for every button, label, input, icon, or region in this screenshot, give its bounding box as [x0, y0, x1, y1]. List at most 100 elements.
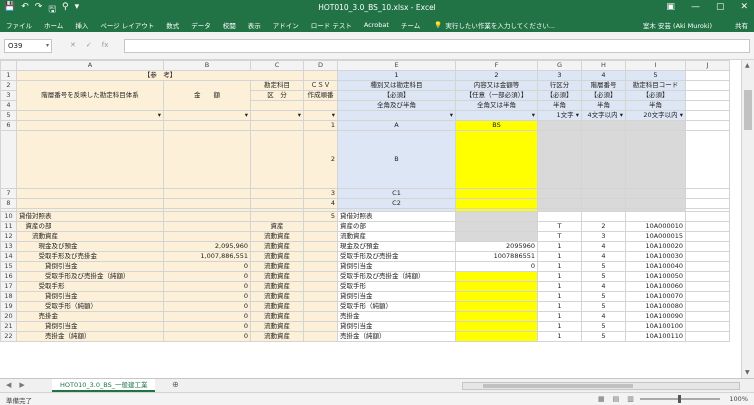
scroll-down-icon[interactable]: ▼: [745, 369, 750, 376]
account-type[interactable]: 売掛金（純額）: [337, 331, 456, 342]
cell[interactable]: [250, 188, 304, 199]
csv-order[interactable]: [303, 301, 338, 312]
cell[interactable]: [625, 188, 686, 199]
cell[interactable]: [685, 80, 730, 91]
account-category[interactable]: 流動資産: [250, 281, 304, 292]
filter-cell[interactable]: ▾: [250, 110, 304, 121]
account-code[interactable]: 10A100090: [625, 311, 686, 322]
row-header[interactable]: 10: [0, 211, 17, 222]
account-name[interactable]: 受取手形（純額）: [16, 301, 164, 312]
account-category[interactable]: 資産: [250, 221, 304, 232]
cell[interactable]: [250, 120, 304, 131]
filter-cell[interactable]: ▾: [337, 110, 456, 121]
csv-order[interactable]: 3: [303, 188, 338, 199]
horizontal-scrollbar[interactable]: [462, 382, 740, 390]
cell[interactable]: [685, 241, 730, 252]
row-header[interactable]: 14: [0, 251, 17, 262]
cell[interactable]: [537, 198, 582, 209]
amount[interactable]: 0: [163, 281, 251, 292]
csv-order[interactable]: [303, 291, 338, 302]
amount[interactable]: 0: [163, 311, 251, 322]
header-text[interactable]: 半角: [581, 100, 626, 111]
amount[interactable]: 1,007,886,551: [163, 251, 251, 262]
account-type[interactable]: 資産の部: [337, 221, 456, 232]
cell[interactable]: [685, 261, 730, 272]
account-category[interactable]: 流動資産: [250, 291, 304, 302]
account-type[interactable]: 受取手形: [337, 281, 456, 292]
filter-cell[interactable]: 4文字以内 ▾: [581, 110, 626, 121]
prev-sheet-icon[interactable]: ◀: [6, 381, 11, 389]
amount[interactable]: 2,095,960: [163, 241, 251, 252]
column-header[interactable]: E: [337, 60, 456, 71]
account-code[interactable]: [625, 211, 686, 222]
meta-label[interactable]: C2: [337, 198, 456, 209]
ribbon-tab[interactable]: Acrobat: [358, 21, 395, 29]
hierarchy-number[interactable]: 5: [581, 271, 626, 282]
account-type[interactable]: 流動資産: [337, 231, 456, 242]
account-code[interactable]: 10A000010: [625, 221, 686, 232]
account-type[interactable]: 売掛金: [337, 311, 456, 322]
row-header[interactable]: 22: [0, 331, 17, 342]
cell[interactable]: [685, 211, 730, 222]
account-code[interactable]: 10A100040: [625, 261, 686, 272]
account-code[interactable]: 10A100100: [625, 321, 686, 332]
row-header[interactable]: 17: [0, 281, 17, 292]
chevron-down-icon[interactable]: ▾: [46, 42, 49, 49]
row-header[interactable]: 3: [0, 90, 17, 101]
vertical-scrollbar[interactable]: ▲ ▼: [741, 60, 754, 378]
cell[interactable]: [685, 120, 730, 131]
csv-order[interactable]: [303, 281, 338, 292]
account-name[interactable]: 現金及び預金: [16, 241, 164, 252]
cell[interactable]: [685, 311, 730, 322]
row-type[interactable]: 1: [537, 301, 582, 312]
column-header[interactable]: F: [455, 60, 538, 71]
cell[interactable]: [250, 100, 304, 111]
cell[interactable]: [625, 130, 686, 189]
hierarchy-number[interactable]: 5: [581, 261, 626, 272]
account-name[interactable]: 貸借対照表: [16, 211, 164, 222]
account-category[interactable]: 流動資産: [250, 311, 304, 322]
cell[interactable]: [537, 130, 582, 189]
account-type[interactable]: 貸倒引当金: [337, 321, 456, 332]
cell[interactable]: [685, 231, 730, 242]
column-header[interactable]: G: [537, 60, 582, 71]
cancel-icon[interactable]: ✕: [70, 41, 76, 49]
cell[interactable]: [163, 198, 251, 209]
column-number[interactable]: 1: [337, 70, 456, 81]
hierarchy-number[interactable]: 5: [581, 321, 626, 332]
account-code[interactable]: 10A100030: [625, 251, 686, 262]
header-text[interactable]: 勘定科目コード: [625, 80, 686, 91]
csv-header-2[interactable]: 作成順番: [303, 90, 338, 101]
cell[interactable]: [685, 110, 730, 121]
account-name[interactable]: 受取手形及び売掛金（純額）: [16, 271, 164, 282]
ribbon-tab[interactable]: ページ レイアウト: [94, 20, 160, 30]
next-sheet-icon[interactable]: ▶: [19, 381, 24, 389]
ribbon-tab[interactable]: 校閲: [217, 20, 242, 30]
category-header-2[interactable]: 区 分: [250, 90, 304, 101]
minimize-icon[interactable]: —: [691, 2, 700, 12]
account-code[interactable]: 10A100080: [625, 301, 686, 312]
content-value[interactable]: [455, 311, 538, 322]
csv-order[interactable]: [303, 261, 338, 272]
account-name[interactable]: 売掛金（純額）: [16, 331, 164, 342]
header-text[interactable]: 【必須】: [581, 90, 626, 101]
header-text[interactable]: 行区分: [537, 80, 582, 91]
filter-cell[interactable]: ▾: [455, 110, 538, 121]
close-icon[interactable]: ✕: [740, 2, 748, 12]
cell[interactable]: [625, 198, 686, 209]
header-text[interactable]: 半角: [625, 100, 686, 111]
account-category[interactable]: 流動資産: [250, 271, 304, 282]
zoom-level[interactable]: 100%: [729, 395, 748, 403]
meta-label[interactable]: B: [337, 130, 456, 189]
account-category[interactable]: [250, 211, 304, 222]
column-number[interactable]: 5: [625, 70, 686, 81]
account-name[interactable]: 受取手形及び売掛金: [16, 251, 164, 262]
account-code[interactable]: 10A000015: [625, 231, 686, 242]
hierarchy-number[interactable]: 2: [581, 221, 626, 232]
amount[interactable]: 0: [163, 261, 251, 272]
sheet-tab[interactable]: HOT010_3.0_BS_一般建工業: [52, 379, 156, 392]
account-type[interactable]: 貸倒引当金: [337, 261, 456, 272]
column-header[interactable]: H: [581, 60, 626, 71]
filter-cell[interactable]: ▾: [163, 110, 251, 121]
amount-header[interactable]: 金 額: [163, 80, 251, 111]
